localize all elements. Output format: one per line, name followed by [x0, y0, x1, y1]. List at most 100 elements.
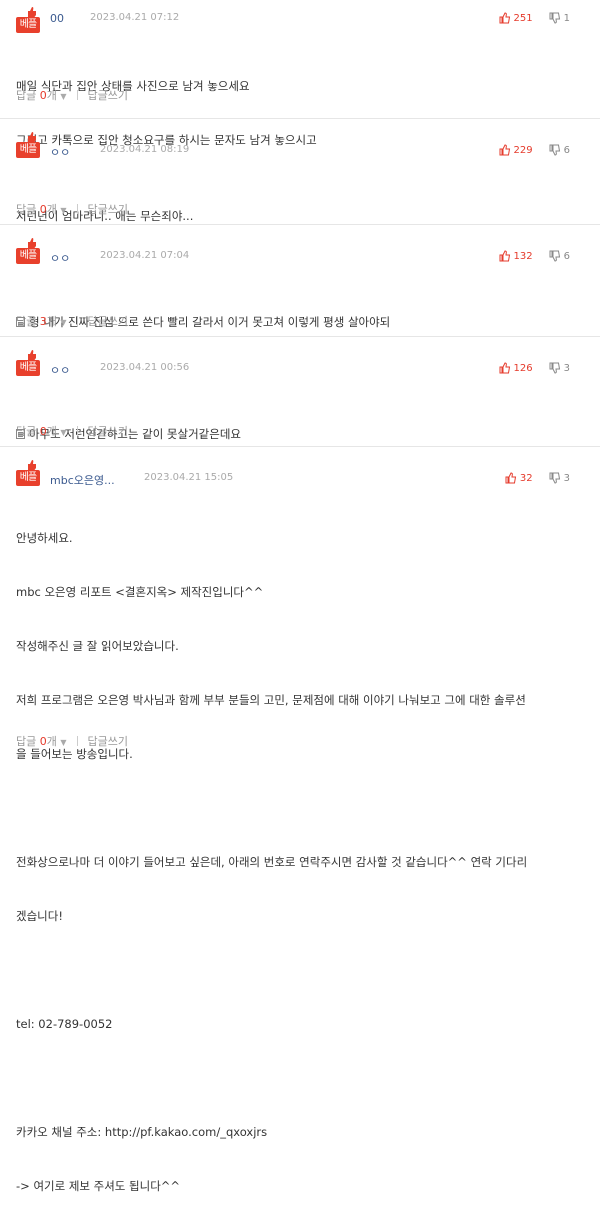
reply-count: 0 [39, 425, 47, 438]
upvote-count: 32 [519, 472, 533, 484]
downvote-button[interactable]: 6 [549, 144, 570, 156]
comment-line: 안녕하세요. [16, 531, 73, 545]
reply-count-suffix: 개 [46, 315, 57, 328]
upvote-count: 251 [513, 12, 533, 24]
comment-header: 베플 ㅇㅇ 2023.04.21 07:04 132 6 [16, 225, 590, 277]
comment-header: 베플 00 2023.04.21 07:12 251 1 [16, 0, 590, 44]
document-icon [16, 317, 25, 327]
divider [76, 90, 78, 100]
upvote-button[interactable]: 229 [499, 144, 533, 156]
downvote-button[interactable]: 3 [549, 362, 570, 374]
comment-line: 저희 프로그램은 오은영 박사님과 함께 부부 분들의 고민, 문제점에 대해 … [16, 693, 526, 707]
write-reply-button[interactable]: 답글쓰기 [88, 87, 128, 103]
comment-footer: 답글 0개 ▼ 답글쓰기 [16, 733, 590, 749]
downvote-count: 6 [563, 144, 570, 156]
vote-group: 126 3 [499, 362, 570, 374]
reply-toggle[interactable]: 답글 0개 ▼ [16, 87, 67, 103]
comment-line: 겠습니다! [16, 909, 63, 923]
comment-date: 2023.04.21 07:12 [90, 12, 180, 23]
author-name[interactable]: mbc오은영... [50, 472, 115, 488]
comment-body: 저런년이 엄마라니.. 애는 무슨죄야... [16, 171, 590, 223]
best-badge-label: 베플 [16, 17, 40, 33]
comment-item: 베플 mbc오은영... 2023.04.21 15:05 32 3 안녕하세요… [0, 447, 600, 1193]
vote-group: 132 6 [499, 250, 570, 262]
best-badge-label: 베플 [16, 248, 40, 264]
comment-body: 형 내가 진짜 진심 으로 쓴다 빨리 갈라서 이거 못고쳐 이렇게 평생 살아… [16, 277, 590, 329]
thumb-down-icon [549, 12, 560, 24]
reply-count: 0 [39, 89, 47, 102]
comment-body: 안녕하세요. mbc 오은영 리포트 <결혼지옥> 제작진입니다^^ 작성해주신… [16, 493, 590, 1193]
comment-item: 베플 ㅇㅇ 2023.04.21 08:19 229 6 저런년이 엄마라니..… [0, 119, 600, 225]
vote-group: 32 3 [505, 472, 570, 484]
write-reply-button[interactable]: 답글쓰기 [88, 313, 128, 329]
comment-line: 작성해주신 글 잘 읽어보았습니다. [16, 639, 179, 653]
comment-header: 베플 ㅇㅇ 2023.04.21 00:56 126 3 [16, 337, 590, 389]
thumb-up-icon [505, 472, 516, 484]
upvote-button[interactable]: 32 [505, 472, 533, 484]
author-name[interactable]: ㅇㅇ [50, 362, 70, 378]
write-reply-button[interactable]: 답글쓰기 [88, 201, 128, 217]
comment-date: 2023.04.21 15:05 [144, 472, 234, 483]
comment-footer: 답글 0개 ▼ 답글쓰기 [16, 201, 590, 217]
divider [76, 316, 78, 326]
best-badge: 베플 [16, 349, 42, 379]
comment-body: 아무도 저런인간하고는 같이 못살거같은데요 [16, 389, 590, 441]
comment-item: 베플 ㅇㅇ 2023.04.21 07:04 132 6 형 내가 진짜 진심 … [0, 225, 600, 337]
thumb-down-icon [549, 144, 560, 156]
comment-item: 베플 ㅇㅇ 2023.04.21 00:56 126 3 아무도 저런인간하고는… [0, 337, 600, 447]
divider [76, 426, 78, 436]
reply-count: 0 [39, 203, 47, 216]
chevron-down-icon: ▼ [60, 206, 67, 215]
downvote-button[interactable]: 1 [549, 12, 570, 24]
best-badge-label: 베플 [16, 470, 40, 486]
comment-line: tel: 02-789-0052 [16, 1017, 113, 1031]
reply-toggle[interactable]: 답글 0개 ▼ [16, 733, 67, 749]
author-name[interactable]: ㅇㅇ [50, 250, 70, 266]
comment-line: mbc 오은영 리포트 <결혼지옥> 제작진입니다^^ [16, 585, 264, 599]
divider [76, 736, 78, 746]
write-reply-button[interactable]: 답글쓰기 [88, 733, 128, 749]
chevron-down-icon: ▼ [60, 738, 67, 747]
reply-count: 3 [39, 315, 47, 328]
upvote-button[interactable]: 126 [499, 362, 533, 374]
thumb-down-icon [549, 250, 560, 262]
upvote-count: 132 [513, 250, 533, 262]
thumb-up-icon [499, 362, 510, 374]
author-name[interactable]: ㅇㅇ [50, 144, 70, 160]
chevron-down-icon: ▼ [60, 428, 67, 437]
thumb-down-icon [549, 362, 560, 374]
downvote-count: 3 [563, 362, 570, 374]
upvote-button[interactable]: 132 [499, 250, 533, 262]
upvote-count: 126 [513, 362, 533, 374]
upvote-button[interactable]: 251 [499, 12, 533, 24]
reply-label: 답글 [16, 735, 37, 748]
upvote-count: 229 [513, 144, 533, 156]
comment-line: 전화상으로나마 더 이야기 들어보고 싶은데, 아래의 번호로 연락주시면 감사… [16, 855, 528, 869]
downvote-button[interactable]: 6 [549, 250, 570, 262]
write-reply-button[interactable]: 답글쓰기 [88, 423, 128, 439]
comment-item: 베플 00 2023.04.21 07:12 251 1 매일 식단과 집안 상… [0, 0, 600, 147]
reply-count-suffix: 개 [46, 735, 57, 748]
best-badge-label: 베플 [16, 360, 40, 376]
comment-date: 2023.04.21 07:04 [100, 250, 190, 261]
downvote-count: 1 [563, 12, 570, 24]
downvote-count: 3 [563, 472, 570, 484]
divider [76, 204, 78, 214]
best-badge: 베플 [16, 459, 42, 489]
downvote-button[interactable]: 3 [549, 472, 570, 484]
comment-line: -> 여기로 제보 주셔도 됩니다^^ [16, 1179, 181, 1193]
best-badge: 베플 [16, 131, 42, 161]
comment-header: 베플 mbc오은영... 2023.04.21 15:05 32 3 [16, 447, 590, 499]
thumb-down-icon [549, 472, 560, 484]
reply-toggle[interactable]: 답글 0개 ▼ [16, 201, 67, 217]
reply-count-suffix: 개 [46, 203, 57, 216]
comment-header: 베플 ㅇㅇ 2023.04.21 08:19 229 6 [16, 119, 590, 171]
vote-group: 251 1 [499, 12, 570, 24]
document-icon [16, 429, 25, 439]
thumb-up-icon [499, 12, 510, 24]
comment-date: 2023.04.21 08:19 [100, 144, 190, 155]
author-name[interactable]: 00 [50, 12, 64, 25]
